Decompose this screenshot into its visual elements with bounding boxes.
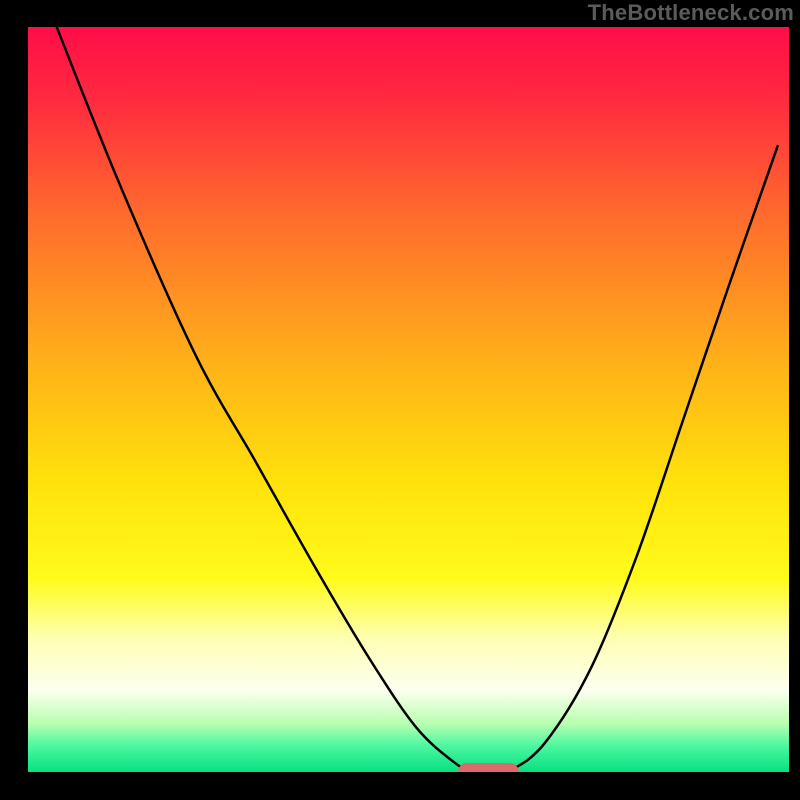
watermark-text: TheBottleneck.com	[588, 0, 794, 26]
chart-frame: TheBottleneck.com	[0, 0, 800, 800]
optimal-zone-marker	[458, 763, 519, 781]
bottleneck-chart	[0, 0, 800, 800]
gradient-background	[28, 27, 789, 772]
